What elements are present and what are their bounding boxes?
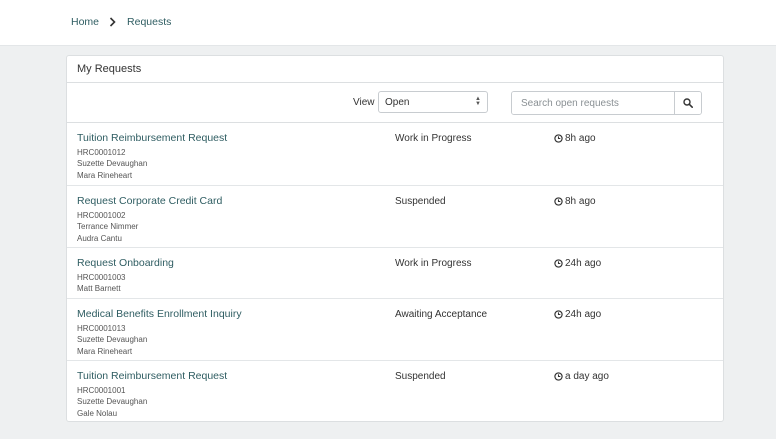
request-meta: HRC0001013 Suzette Devaughan Mara Rinehe… (77, 323, 147, 357)
clock-icon (554, 310, 563, 319)
clock-icon (554, 197, 563, 206)
request-status: Work in Progress (395, 258, 472, 269)
my-requests-panel: My Requests View Open ▲▼ Tuition Reimbur… (66, 55, 724, 422)
request-number: HRC0001001 (77, 386, 126, 395)
request-updated: 24h ago (554, 309, 601, 320)
search-icon (683, 98, 693, 108)
breadcrumb-requests-link[interactable]: Requests (127, 16, 171, 28)
breadcrumb: Home Requests (71, 16, 171, 28)
request-updated: 8h ago (554, 196, 596, 207)
request-status: Awaiting Acceptance (395, 309, 488, 320)
view-select[interactable]: Open ▲ ▼ (378, 91, 488, 113)
search-input[interactable] (512, 92, 674, 114)
panel-header: My Requests (67, 56, 723, 83)
request-title-link[interactable]: Request Corporate Credit Card (77, 195, 222, 207)
request-person: Suzette Devaughan (77, 335, 148, 345)
request-updated-text: 24h ago (565, 309, 602, 320)
requests-list: Tuition Reimbursement Request HRC0001012… (67, 123, 723, 421)
search-box (511, 91, 702, 115)
search-button[interactable] (674, 92, 701, 114)
request-number: HRC0001012 (77, 148, 126, 157)
list-item: Tuition Reimbursement Request HRC0001012… (67, 123, 723, 186)
request-meta: HRC0001001 Suzette Devaughan Gale Nolau (77, 385, 147, 419)
request-title-link[interactable]: Medical Benefits Enrollment Inquiry (77, 308, 242, 320)
request-updated-text: a day ago (565, 371, 609, 382)
request-updated: 8h ago (554, 133, 596, 144)
top-bar: Home Requests (0, 0, 776, 46)
request-person: Suzette Devaughan (77, 397, 148, 407)
request-title-link[interactable]: Request Onboarding (77, 257, 174, 269)
list-item: Medical Benefits Enrollment Inquiry HRC0… (67, 299, 723, 361)
clock-icon (554, 372, 563, 381)
request-updated-text: 8h ago (565, 196, 596, 207)
request-meta: HRC0001012 Suzette Devaughan Mara Rinehe… (77, 147, 147, 181)
select-arrows-icon: ▲ ▼ (475, 96, 481, 107)
request-person: Audra Cantu (77, 233, 122, 243)
view-select-value: Open (385, 96, 410, 108)
breadcrumb-home-link[interactable]: Home (71, 16, 99, 28)
clock-icon (554, 134, 563, 143)
request-status: Suspended (395, 196, 446, 207)
request-number: HRC0001002 (77, 211, 126, 220)
request-meta: HRC0001002 Terrance Nimmer Audra Cantu (77, 210, 138, 244)
request-title-link[interactable]: Tuition Reimbursement Request (77, 370, 227, 382)
request-title-link[interactable]: Tuition Reimbursement Request (77, 132, 227, 144)
view-label: View (353, 97, 375, 108)
request-updated-text: 8h ago (565, 133, 596, 144)
request-updated-text: 24h ago (565, 258, 602, 269)
request-number: HRC0001013 (77, 324, 126, 333)
clock-icon (554, 259, 563, 268)
filter-toolbar: View Open ▲ ▼ (67, 83, 723, 123)
request-person: Gale Nolau (77, 408, 118, 418)
request-person: Terrance Nimmer (77, 222, 139, 232)
request-number: HRC0001003 (77, 273, 126, 282)
request-status: Suspended (395, 371, 446, 382)
request-person: Suzette Devaughan (77, 159, 148, 169)
request-updated: a day ago (554, 371, 609, 382)
request-updated: 24h ago (554, 258, 601, 269)
request-person: Mara Rineheart (77, 346, 133, 356)
panel-title: My Requests (77, 63, 142, 75)
list-item: Request Corporate Credit Card HRC0001002… (67, 186, 723, 248)
request-person: Mara Rineheart (77, 170, 133, 180)
chevron-right-icon (109, 17, 116, 27)
list-item: Tuition Reimbursement Request HRC0001001… (67, 361, 723, 421)
request-person: Matt Barnett (77, 284, 121, 294)
request-meta: HRC0001003 Matt Barnett (77, 272, 125, 295)
list-item: Request Onboarding HRC0001003 Matt Barne… (67, 248, 723, 299)
request-status: Work in Progress (395, 133, 472, 144)
